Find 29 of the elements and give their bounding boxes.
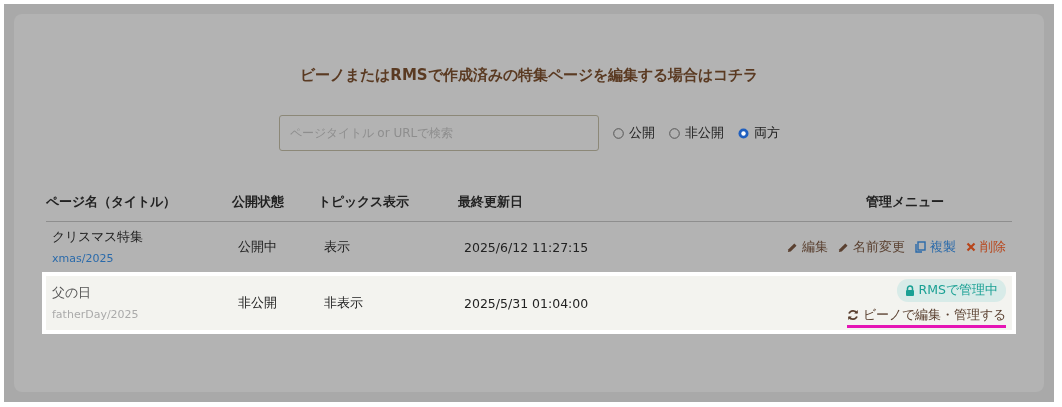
copy-icon <box>915 241 926 253</box>
filter-radio[interactable]: 公開 <box>612 124 655 142</box>
rename-link[interactable]: 名前変更 <box>838 238 905 256</box>
managed-badge: RMSで管理中 <box>896 278 1006 302</box>
page-path: xmas/2025 <box>52 252 115 265</box>
pencil-icon <box>787 241 798 253</box>
refresh-icon <box>847 309 859 321</box>
page-title: クリスマス特集 <box>52 229 144 246</box>
column-header: ページ名（タイトル） <box>46 193 177 211</box>
status-text: 非公開 <box>238 294 278 312</box>
page-path: fatherDay/2025 <box>52 308 140 321</box>
column-header: 管理メニュー <box>865 193 945 211</box>
lock-icon <box>904 284 915 296</box>
topics-text: 非表示 <box>324 294 364 312</box>
pencil-icon <box>838 241 849 253</box>
close-icon <box>966 242 976 252</box>
topics-text: 表示 <box>324 238 351 256</box>
status-text: 公開中 <box>238 238 278 256</box>
column-header: 公開状態 <box>232 193 285 211</box>
updated-date: 2025/6/12 11:27:15 <box>464 239 590 255</box>
page-title: 父の日 <box>52 285 92 302</box>
filter-radio[interactable]: 両方 <box>737 124 780 142</box>
edit-link[interactable]: 編集 <box>787 238 828 256</box>
updated-date: 2025/5/31 01:04:00 <box>464 295 590 311</box>
column-header: 最終更新日 <box>458 193 524 211</box>
filter-radio[interactable]: 非公開 <box>668 124 724 142</box>
convert-link[interactable]: ビーノで編集・管理する <box>847 306 1006 328</box>
column-header: トピックス表示 <box>318 193 410 211</box>
section-heading: ビーノまたはRMSで作成済みの特集ページを編集する場合はコチラ <box>300 66 758 85</box>
